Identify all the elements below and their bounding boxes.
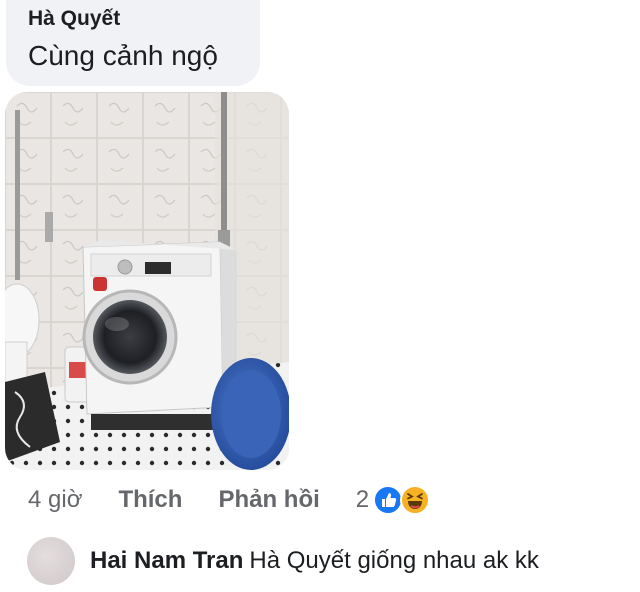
comment-time[interactable]: 4 giờ: [28, 486, 82, 514]
reaction-count[interactable]: 2: [356, 486, 369, 514]
reply-preview[interactable]: Hai Nam Tran Hà Quyết giống nhau ak kk: [90, 547, 539, 575]
comment-bubble: Hà Quyết Cùng cảnh ngộ: [6, 0, 260, 86]
haha-reaction-icon: [400, 485, 431, 515]
comment-text: Cùng cảnh ngộ: [28, 40, 218, 71]
reply-button[interactable]: Phản hồi: [218, 486, 319, 514]
attached-photo[interactable]: [5, 92, 289, 470]
avatar[interactable]: [27, 537, 75, 585]
washing-machine-photo: [5, 92, 289, 470]
like-reaction-icon: [373, 485, 404, 515]
reaction-icons[interactable]: [373, 485, 431, 515]
comment-author-name[interactable]: Hà Quyết: [28, 7, 120, 31]
reply-text: Hà Quyết giống nhau ak kk: [249, 547, 539, 574]
reply-author-name[interactable]: Hai Nam Tran: [90, 547, 243, 574]
comment-actions: 4 giờ Thích Phản hồi 2: [28, 484, 431, 516]
like-button[interactable]: Thích: [118, 486, 182, 514]
